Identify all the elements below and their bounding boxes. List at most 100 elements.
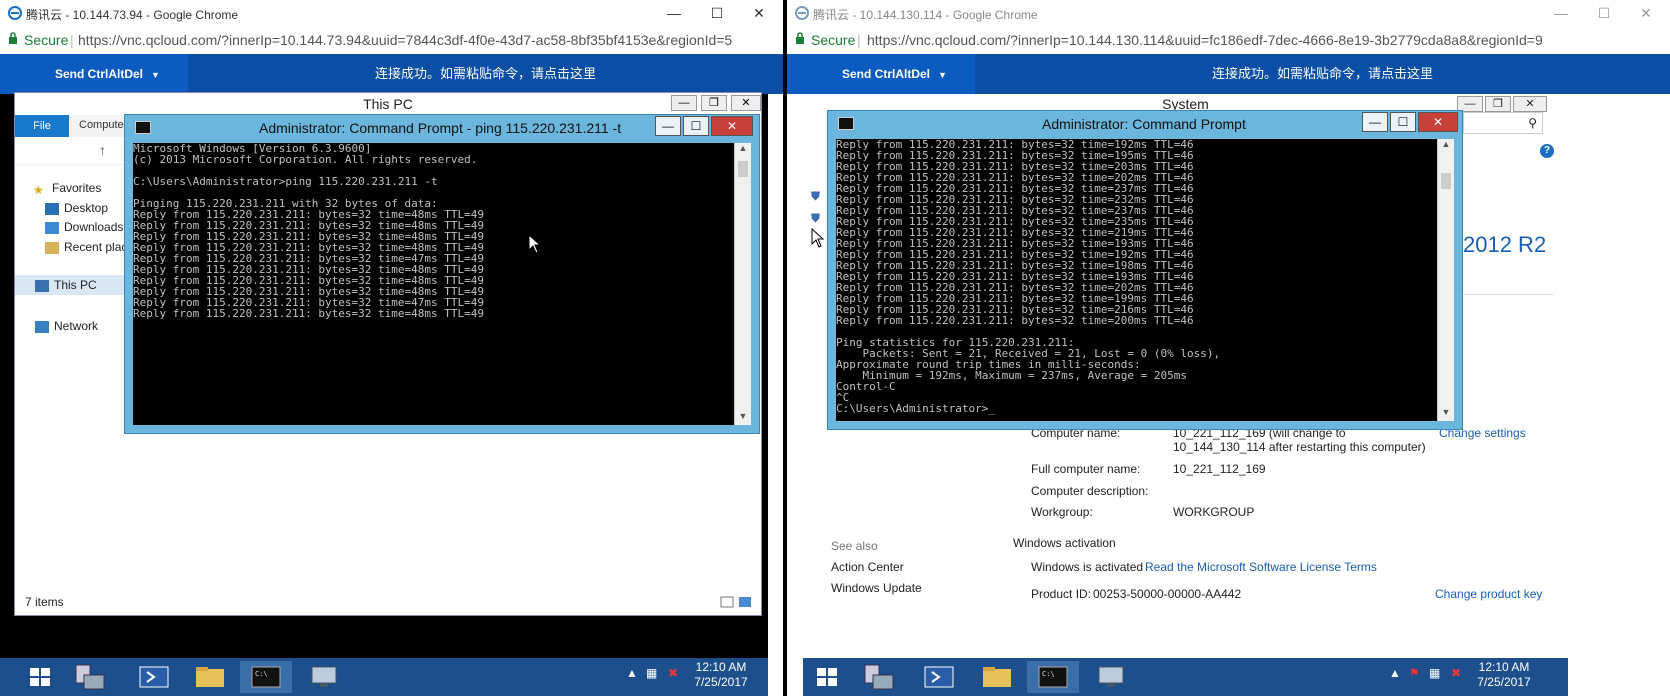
maximize-icon[interactable]: ☐ [703,3,731,23]
maximize-icon[interactable]: ☐ [1590,3,1618,23]
recent-places-icon [45,241,59,254]
cmd-minimize-icon[interactable]: — [655,116,681,136]
left-address-bar[interactable]: Secure | https://vnc.qcloud.com/?innerIp… [0,27,783,53]
cmd-minimize-icon[interactable]: — [1362,112,1388,132]
system-close-icon[interactable]: ✕ [1513,96,1547,112]
cmd-close-icon[interactable]: ✕ [1418,112,1458,132]
right-clock-date: 7/25/2017 [1477,675,1531,689]
system-restore-icon[interactable]: ❐ [1485,96,1511,112]
left-remote-desktop[interactable]: This PC — ❐ ✕ File Computer ↑ ★ Favorites… [0,92,768,696]
nav-desktop[interactable]: Desktop [45,201,108,215]
computer-name-value: 10_221_112_169 (will change to 10_144_13… [1173,426,1426,454]
nav-favorites-label: Favorites [52,181,102,195]
right-console-scrollbar[interactable]: ▲ ▼ [1437,139,1454,421]
activation-heading: Windows activation [1013,536,1116,550]
left-console-scrollbar[interactable]: ▲ ▼ [734,143,751,425]
right-address-bar[interactable]: Secure | https://vnc.qcloud.com/?innerIp… [787,27,1670,53]
lock-icon [9,32,17,44]
explorer-minimize-icon[interactable]: — [671,95,697,111]
nav-network[interactable]: Network [35,319,98,333]
right-remote-desktop[interactable]: System — ❐ ✕ ⚲ ? 2012 R2 ⛊ ⛊ Computer na… [803,94,1568,696]
explorer-restore-icon[interactable]: ❐ [701,95,727,111]
right-clock[interactable]: 12:10 AM 7/25/2017 [1469,660,1539,690]
start-windows-icon[interactable] [809,661,845,693]
left-clock[interactable]: 12:10 AM 7/25/2017 [686,660,756,690]
close-icon[interactable]: ✕ [745,3,773,23]
cmd-icon [135,121,151,134]
workgroup-value: WORKGROUP [1173,505,1255,519]
file-explorer-icon[interactable] [186,661,234,693]
tray-volume-icon[interactable]: ✖ [668,666,678,680]
left-cmd-titlebar: Administrator: Command Prompt - ping 115… [125,115,759,141]
tray-network-icon[interactable]: ▦ [1429,666,1440,680]
left-cmd-title: Administrator: Command Prompt - ping 115… [259,120,622,136]
console-line: Reply from 115.220.231.211: bytes=32 tim… [133,307,484,320]
left-vnc-toolbar: Send CtrlAltDel ▼ 连接成功。如需粘贴命令，请点击这里 [0,54,783,94]
tray-up-arrow-icon[interactable]: ▲ [1389,666,1401,680]
nav-downloads[interactable]: Downloads [45,220,123,234]
powershell-icon[interactable] [915,661,963,693]
system-search-box[interactable]: ⚲ [1463,112,1543,134]
tray-up-arrow-icon[interactable]: ▲ [626,666,638,680]
scroll-up-icon[interactable]: ▲ [735,143,751,157]
svg-text:C:\: C:\ [1042,670,1055,678]
taskbar-cmd-icon[interactable]: C:\ [1027,661,1079,693]
tray-volume-icon[interactable]: ✖ [1451,666,1461,680]
taskbar-system-icon[interactable] [1087,661,1135,693]
tray-action-center-icon[interactable]: ⚑ [1409,666,1420,680]
svg-text:C:\: C:\ [255,670,268,678]
nav-network-label: Network [54,319,99,333]
paste-notice[interactable]: 连接成功。如需粘贴命令，请点击这里 [975,54,1670,94]
nav-this-pc[interactable]: This PC [15,275,127,295]
cmd-maximize-icon[interactable]: ☐ [1390,112,1416,132]
send-ctrlaltdel-button[interactable]: Send CtrlAltDel ▼ [0,54,188,94]
close-icon[interactable]: ✕ [1632,3,1660,23]
taskbar-system-icon[interactable] [300,661,348,693]
start-windows-icon[interactable] [22,661,58,693]
right-taskbar: C:\ ▲ ⚑ ▦ ✖ 12:10 AM 7/25/2017 [803,658,1568,696]
explorer-close-icon[interactable]: ✕ [731,95,761,111]
left-command-prompt: Administrator: Command Prompt - ping 115… [124,114,760,434]
scroll-down-icon[interactable]: ▼ [735,411,751,425]
right-console-output[interactable]: Reply from 115.220.231.211: bytes=32 tim… [836,139,1437,421]
mouse-cursor-icon [811,228,825,248]
tray-network-icon[interactable]: ▦ [646,666,657,680]
change-product-key-link[interactable]: Change product key [1435,587,1542,601]
nav-favorites[interactable]: ★ Favorites [33,181,102,197]
minimize-icon[interactable]: — [1547,3,1575,23]
right-url[interactable]: https://vnc.qcloud.com/?innerIp=10.144.1… [867,32,1543,48]
send-ctrlaltdel-button[interactable]: Send CtrlAltDel ▼ [787,54,975,94]
taskbar-cmd-icon[interactable]: C:\ [240,661,292,693]
help-icon[interactable]: ? [1540,144,1554,158]
scroll-thumb[interactable] [1441,173,1451,189]
workgroup-label: Workgroup: [1031,505,1093,519]
server-manager-icon[interactable] [66,661,114,693]
right-cmd-titlebar: Administrator: Command Prompt — ☐ ✕ [828,111,1462,137]
right-chrome-title: 腾讯云 - 10.144.130.114 - Google Chrome [813,8,1038,22]
left-console-output[interactable]: Microsoft Windows [Version 6.3.9600] (c) … [133,143,734,425]
console-line: Reply from 115.220.231.211: bytes=32 tim… [836,314,1194,327]
computer-tab[interactable]: Computer [79,119,127,131]
secure-label: Secure [811,32,856,48]
right-vnc-toolbar: Send CtrlAltDel ▼ 连接成功。如需粘贴命令，请点击这里 [787,54,1670,94]
license-terms-link[interactable]: Read the Microsoft Software License Term… [1145,560,1377,574]
up-arrow-icon[interactable]: ↑ [99,142,106,158]
view-toggle-icon[interactable] [719,595,753,609]
nav-desktop-label: Desktop [64,201,109,215]
cmd-close-icon[interactable]: ✕ [711,116,753,136]
powershell-icon[interactable] [130,661,178,693]
windows-update-link[interactable]: Windows Update [831,581,922,595]
search-icon: ⚲ [1528,116,1537,130]
minimize-icon[interactable]: — [660,3,688,23]
scroll-thumb[interactable] [738,161,748,177]
server-manager-icon[interactable] [855,661,903,693]
action-center-link[interactable]: Action Center [831,560,904,574]
file-tab[interactable]: File [15,115,69,137]
paste-notice[interactable]: 连接成功。如需粘贴命令，请点击这里 [188,54,783,94]
left-clock-time: 12:10 AM [695,660,747,674]
scroll-up-icon[interactable]: ▲ [1438,139,1454,153]
scroll-down-icon[interactable]: ▼ [1438,407,1454,421]
cmd-maximize-icon[interactable]: ☐ [683,116,709,136]
file-explorer-icon[interactable] [973,661,1021,693]
left-url[interactable]: https://vnc.qcloud.com/?innerIp=10.144.7… [78,32,732,48]
